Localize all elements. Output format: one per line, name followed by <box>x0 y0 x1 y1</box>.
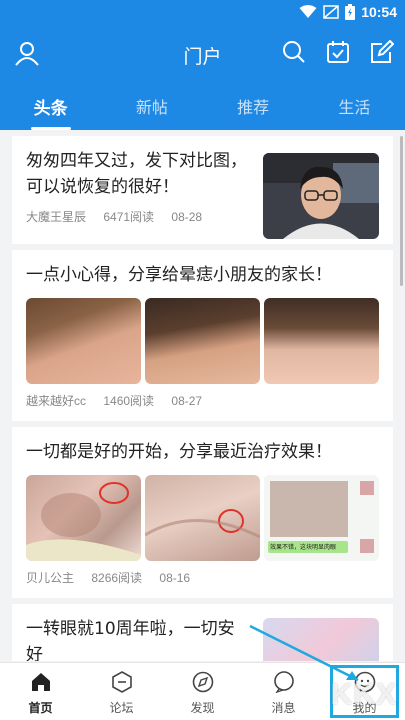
post-title: 匆匆四年又过，发下对比图，可以说恢复的很好！ <box>26 151 247 197</box>
post-date: 08-16 <box>159 571 191 585</box>
post-title: 一转眼就10周年啦，一切安好 <box>26 619 235 661</box>
post-title: 一切都是好的开始，分享最近治疗效果！ <box>26 442 332 462</box>
app-bar: 门户 <box>0 28 405 80</box>
post-card[interactable]: 匆匆四年又过，发下对比图，可以说恢复的很好！ 大魔王星辰 6471阅读 08-2… <box>12 136 393 244</box>
post-date: 08-27 <box>171 394 203 408</box>
post-thumbnail[interactable] <box>263 618 379 661</box>
nav-messages[interactable]: 消息 <box>243 663 324 720</box>
checkin-calendar-icon[interactable] <box>326 40 350 64</box>
post-image[interactable] <box>26 475 141 561</box>
status-time: 10:54 <box>361 4 397 20</box>
tab-recommended[interactable]: 推荐 <box>203 80 304 130</box>
wifi-icon <box>299 5 317 18</box>
status-bar: 10:54 <box>0 0 405 28</box>
forum-icon <box>111 671 132 693</box>
post-meta: 贝儿公主 8266阅读 08-16 <box>26 569 379 586</box>
chat-bubble-text: 效果不错，这块明显肉眼 <box>270 544 337 551</box>
search-icon[interactable] <box>282 40 306 64</box>
post-card[interactable]: 一切都是好的开始，分享最近治疗效果！ 效果不错，这块明显肉眼 贝儿公主 8266… <box>12 427 393 598</box>
post-date: 08-28 <box>171 210 203 224</box>
nav-forum[interactable]: 论坛 <box>81 663 162 720</box>
post-author: 越来越好cc <box>26 394 87 408</box>
scrollbar[interactable] <box>400 136 403 286</box>
signal-icon <box>323 5 339 19</box>
nav-discover[interactable]: 发现 <box>162 663 243 720</box>
nav-label: 发现 <box>190 701 215 715</box>
post-thumbnail[interactable] <box>263 153 379 239</box>
post-views: 1460阅读 <box>103 394 155 408</box>
compass-icon <box>192 671 213 693</box>
post-image[interactable] <box>145 475 260 561</box>
site-watermark: KKX <box>330 678 397 711</box>
post-image[interactable] <box>26 298 141 384</box>
post-meta: 大魔王星辰 6471阅读 08-28 <box>26 208 256 225</box>
message-icon <box>273 671 294 694</box>
compose-icon[interactable] <box>370 40 394 64</box>
post-image[interactable]: 效果不错，这块明显肉眼 <box>264 475 379 561</box>
post-card[interactable]: 一点小心得，分享给晕痣小朋友的家长！ 越来越好cc 1460阅读 08-27 <box>12 250 393 421</box>
post-views: 8266阅读 <box>91 571 143 585</box>
nav-label: 消息 <box>271 701 296 715</box>
tab-life[interactable]: 生活 <box>304 80 405 130</box>
post-title: 一点小心得，分享给晕痣小朋友的家长！ <box>26 265 332 285</box>
post-feed: 匆匆四年又过，发下对比图，可以说恢复的很好！ 大魔王星辰 6471阅读 08-2… <box>12 136 393 661</box>
post-image[interactable] <box>264 298 379 384</box>
post-meta: 越来越好cc 1460阅读 08-27 <box>26 392 379 409</box>
nav-label: 首页 <box>28 701 53 715</box>
nav-label: 论坛 <box>109 701 134 715</box>
tab-bar: 头条 新帖 推荐 生活 <box>0 80 405 130</box>
post-author: 贝儿公主 <box>26 571 75 585</box>
tab-new-posts[interactable]: 新帖 <box>101 80 202 130</box>
battery-icon <box>345 4 356 20</box>
post-views: 6471阅读 <box>103 210 155 224</box>
nav-home[interactable]: 首页 <box>0 663 81 720</box>
home-icon <box>31 673 50 691</box>
post-author: 大魔王星辰 <box>26 210 87 224</box>
post-image[interactable] <box>145 298 260 384</box>
post-card[interactable]: 一转眼就10周年啦，一切安好 <box>12 604 393 661</box>
tab-headlines[interactable]: 头条 <box>0 80 101 130</box>
